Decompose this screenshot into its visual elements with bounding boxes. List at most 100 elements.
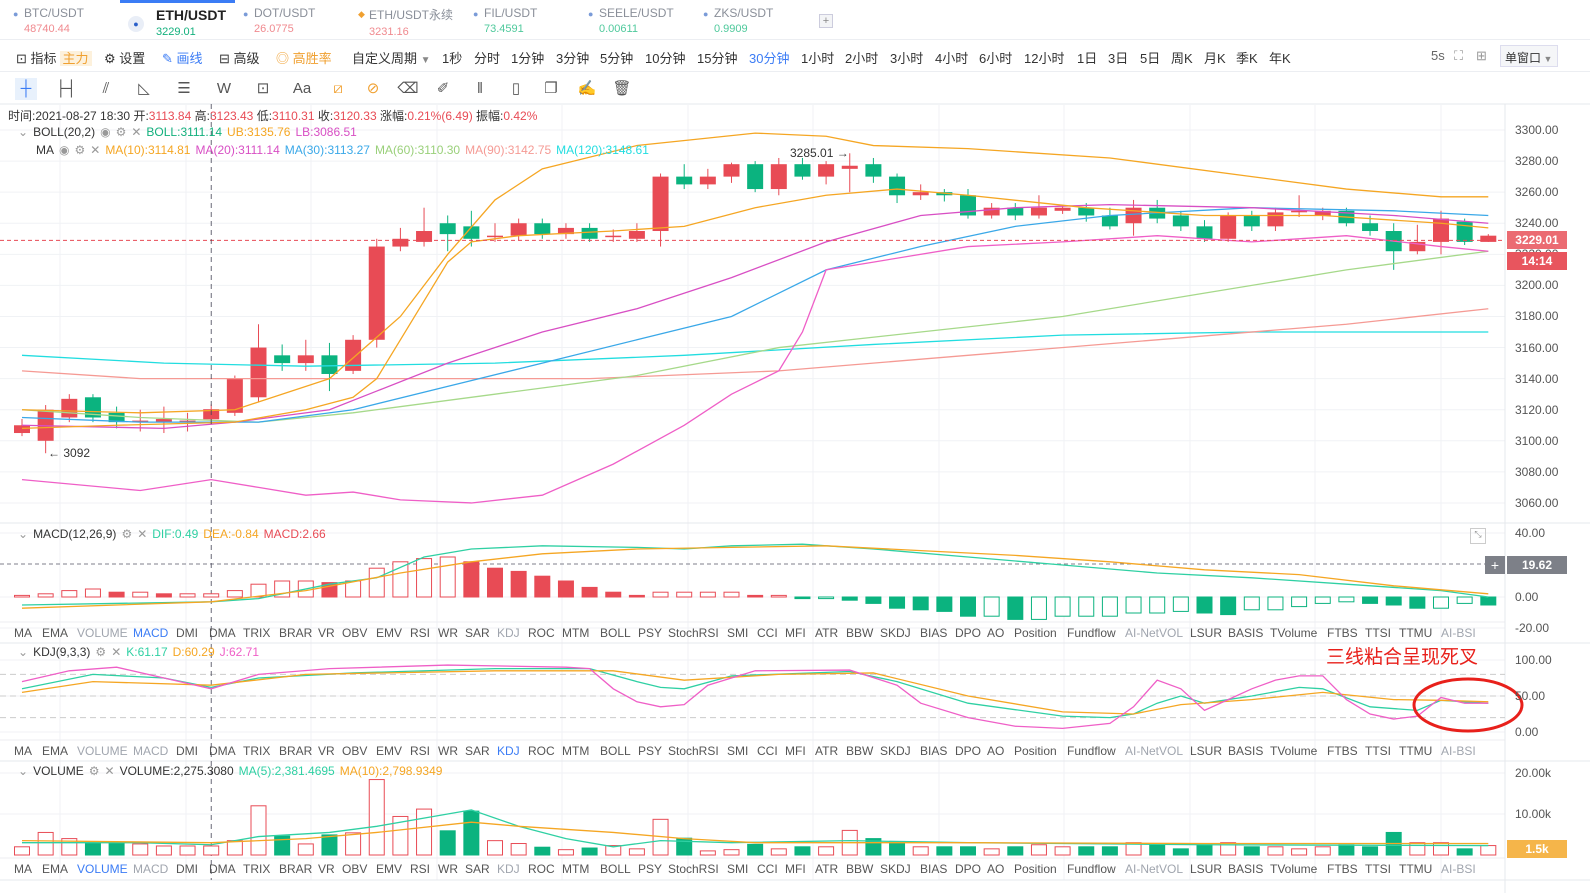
indicator-tab-mtm[interactable]: MTM (562, 626, 589, 640)
indicator-tab-roc[interactable]: ROC (528, 862, 555, 876)
indicator-tab-volume[interactable]: VOLUME (77, 862, 128, 876)
indicator-tab-kdj[interactable]: KDJ (497, 744, 520, 758)
indicator-tab-position[interactable]: Position (1014, 744, 1057, 758)
indicator-tab-ttsi[interactable]: TTSI (1365, 744, 1391, 758)
indicator-tab-position[interactable]: Position (1014, 862, 1057, 876)
indicator-tab-vr[interactable]: VR (318, 744, 335, 758)
close-icon[interactable]: ✕ (111, 645, 121, 659)
indicator-tab-fundflow[interactable]: Fundflow (1067, 862, 1116, 876)
indicator-tab-stochrsi[interactable]: StochRSI (668, 744, 719, 758)
indicator-tab-ftbs[interactable]: FTBS (1327, 862, 1358, 876)
indicator-tab-bias[interactable]: BIAS (920, 744, 947, 758)
indicator-tab-psy[interactable]: PSY (638, 626, 662, 640)
indicator-tab-ai-netvol[interactable]: AI-NetVOL (1125, 862, 1183, 876)
indicator-tab-fundflow[interactable]: Fundflow (1067, 744, 1116, 758)
indicator-tab-wr[interactable]: WR (438, 626, 458, 640)
indicator-tab-ema[interactable]: EMA (42, 626, 68, 640)
eye-icon[interactable]: ◉ (100, 125, 110, 139)
collapse-chevron-icon[interactable]: ⌄ (18, 764, 28, 778)
collapse-chevron-icon[interactable]: ⌄ (18, 645, 28, 659)
indicator-tab-obv[interactable]: OBV (342, 744, 367, 758)
indicator-tab-atr[interactable]: ATR (815, 626, 838, 640)
indicator-tab-smi[interactable]: SMI (727, 626, 748, 640)
indicator-tab-ftbs[interactable]: FTBS (1327, 626, 1358, 640)
indicator-tab-cci[interactable]: CCI (757, 862, 778, 876)
indicator-tab-mtm[interactable]: MTM (562, 744, 589, 758)
indicator-tab-atr[interactable]: ATR (815, 744, 838, 758)
indicator-tab-basis[interactable]: BASIS (1228, 626, 1263, 640)
indicator-tab-bias[interactable]: BIAS (920, 626, 947, 640)
indicator-tab-bbw[interactable]: BBW (846, 626, 873, 640)
indicator-tab-stochrsi[interactable]: StochRSI (668, 862, 719, 876)
indicator-tab-mfi[interactable]: MFI (785, 626, 806, 640)
indicator-tab-dmi[interactable]: DMI (176, 862, 198, 876)
indicator-tab-bbw[interactable]: BBW (846, 744, 873, 758)
indicator-tab-ttsi[interactable]: TTSI (1365, 626, 1391, 640)
indicator-tab-tvolume[interactable]: TVolume (1270, 626, 1317, 640)
add-line-icon[interactable]: + (1485, 556, 1505, 574)
indicator-tab-bbw[interactable]: BBW (846, 862, 873, 876)
gear-icon[interactable]: ⚙ (74, 143, 85, 157)
gear-icon[interactable]: ⚙ (116, 125, 127, 139)
indicator-tab-smi[interactable]: SMI (727, 862, 748, 876)
indicator-tab-fundflow[interactable]: Fundflow (1067, 626, 1116, 640)
indicator-tab-cci[interactable]: CCI (757, 626, 778, 640)
indicator-tab-emv[interactable]: EMV (376, 744, 402, 758)
indicator-tab-trix[interactable]: TRIX (243, 862, 270, 876)
indicator-tab-skdj[interactable]: SKDJ (880, 862, 911, 876)
indicator-tab-lsur[interactable]: LSUR (1190, 744, 1222, 758)
indicator-tab-sar[interactable]: SAR (465, 862, 490, 876)
indicator-tab-volume[interactable]: VOLUME (77, 626, 128, 640)
indicator-tab-obv[interactable]: OBV (342, 862, 367, 876)
indicator-tab-basis[interactable]: BASIS (1228, 744, 1263, 758)
indicator-tab-lsur[interactable]: LSUR (1190, 862, 1222, 876)
indicator-tab-stochrsi[interactable]: StochRSI (668, 626, 719, 640)
indicator-tab-sar[interactable]: SAR (465, 744, 490, 758)
indicator-tab-basis[interactable]: BASIS (1228, 862, 1263, 876)
indicator-tab-wr[interactable]: WR (438, 862, 458, 876)
indicator-tab-ao[interactable]: AO (987, 744, 1004, 758)
indicator-tab-ttmu[interactable]: TTMU (1399, 626, 1432, 640)
gear-icon[interactable]: ⚙ (89, 764, 100, 778)
indicator-tab-kdj[interactable]: KDJ (497, 862, 520, 876)
indicator-tab-tvolume[interactable]: TVolume (1270, 862, 1317, 876)
indicator-tab-emv[interactable]: EMV (376, 626, 402, 640)
gear-icon[interactable]: ⚙ (95, 645, 106, 659)
indicator-tab-boll[interactable]: BOLL (600, 862, 631, 876)
indicator-tab-vr[interactable]: VR (318, 626, 335, 640)
indicator-tab-vr[interactable]: VR (318, 862, 335, 876)
indicator-tab-mfi[interactable]: MFI (785, 744, 806, 758)
indicator-tab-ao[interactable]: AO (987, 626, 1004, 640)
indicator-tab-dpo[interactable]: DPO (955, 626, 981, 640)
indicator-tab-dmi[interactable]: DMI (176, 626, 198, 640)
indicator-tab-macd[interactable]: MACD (133, 626, 168, 640)
indicator-tab-dpo[interactable]: DPO (955, 744, 981, 758)
indicator-tab-dpo[interactable]: DPO (955, 862, 981, 876)
indicator-tab-macd[interactable]: MACD (133, 862, 168, 876)
indicator-tab-ai-netvol[interactable]: AI-NetVOL (1125, 744, 1183, 758)
indicator-tab-dma[interactable]: DMA (209, 744, 236, 758)
indicator-tab-ai-bsi[interactable]: AI-BSI (1441, 744, 1476, 758)
indicator-tab-mtm[interactable]: MTM (562, 862, 589, 876)
indicator-tab-tvolume[interactable]: TVolume (1270, 744, 1317, 758)
indicator-tab-dma[interactable]: DMA (209, 862, 236, 876)
gear-icon[interactable]: ⚙ (121, 527, 132, 541)
indicator-tab-psy[interactable]: PSY (638, 744, 662, 758)
indicator-tab-mfi[interactable]: MFI (785, 862, 806, 876)
close-icon[interactable]: ✕ (137, 527, 147, 541)
indicator-tab-ma[interactable]: MA (14, 862, 32, 876)
indicator-tab-roc[interactable]: ROC (528, 744, 555, 758)
indicator-tab-brar[interactable]: BRAR (279, 862, 312, 876)
indicator-tab-ai-netvol[interactable]: AI-NetVOL (1125, 626, 1183, 640)
indicator-tab-atr[interactable]: ATR (815, 862, 838, 876)
indicator-tab-macd[interactable]: MACD (133, 744, 168, 758)
indicator-tab-rsi[interactable]: RSI (410, 626, 430, 640)
indicator-tab-smi[interactable]: SMI (727, 744, 748, 758)
indicator-tab-position[interactable]: Position (1014, 626, 1057, 640)
close-icon[interactable]: ✕ (90, 143, 100, 157)
indicator-tab-bias[interactable]: BIAS (920, 862, 947, 876)
indicator-tab-ttmu[interactable]: TTMU (1399, 744, 1432, 758)
indicator-tab-trix[interactable]: TRIX (243, 744, 270, 758)
indicator-tab-ma[interactable]: MA (14, 626, 32, 640)
indicator-tab-dmi[interactable]: DMI (176, 744, 198, 758)
